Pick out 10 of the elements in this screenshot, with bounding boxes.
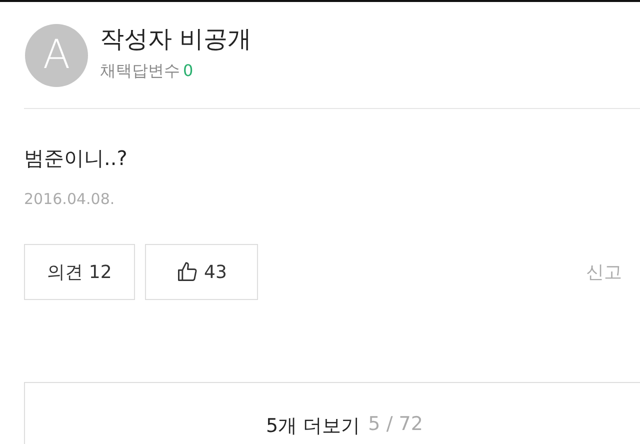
adopted-answers-label: 채택답변수 [100, 60, 180, 82]
answer-date: 2016.04.08. [24, 190, 115, 208]
avatar: A [25, 24, 88, 86]
show-more-button[interactable]: 5개 더보기 5 / 72 [24, 382, 640, 444]
answer-text: 범준이니..? [24, 145, 128, 172]
thumbs-up-icon [176, 261, 198, 283]
adopted-answers-count: 0 [183, 60, 194, 82]
like-button[interactable]: 43 [145, 244, 258, 300]
comments-button[interactable]: 의견 12 [24, 244, 135, 300]
author-name: 작성자 비공개 [100, 24, 252, 54]
